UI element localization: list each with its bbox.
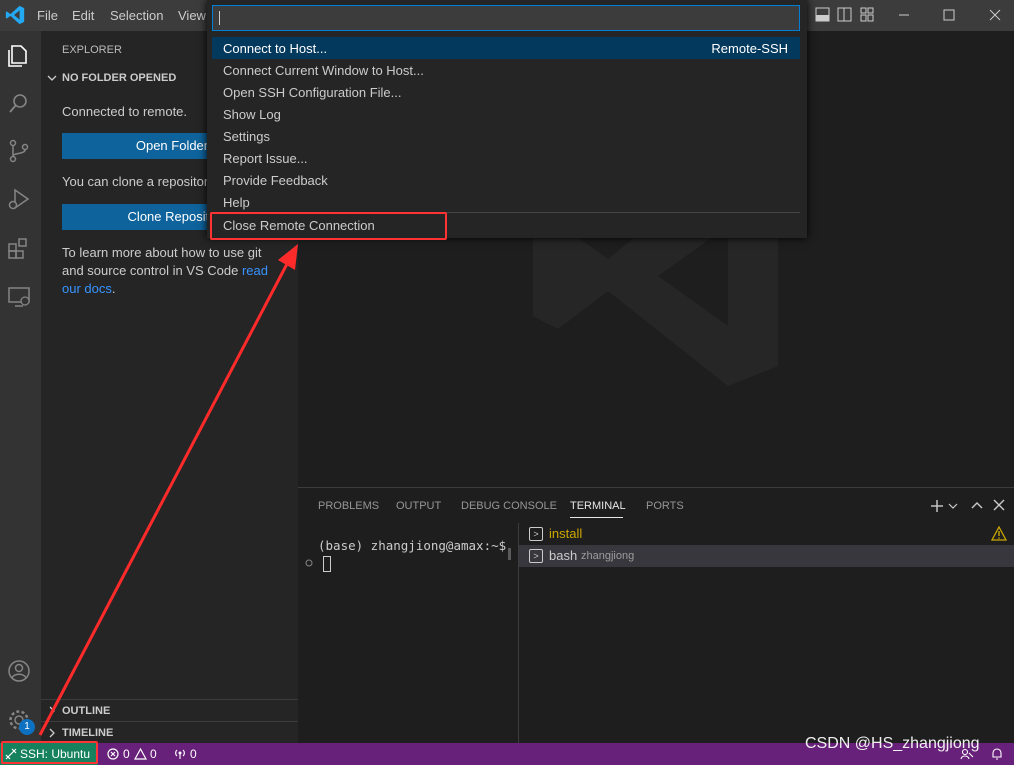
terminal-prompt: (base) zhangjiong@amax:~$ <box>318 538 507 553</box>
chevron-right-icon <box>49 706 55 716</box>
tab-problems[interactable]: PROBLEMS <box>318 500 379 512</box>
terminal-circle-icon <box>305 559 313 567</box>
terminal-icon: > <box>529 549 543 563</box>
section-header-no-folder[interactable]: NO FOLDER OPENED <box>62 72 176 84</box>
error-icon[interactable] <box>107 748 119 760</box>
tab-output[interactable]: OUTPUT <box>396 500 441 512</box>
warning-count: 0 <box>150 747 157 761</box>
terminal-desc: zhangjiong <box>581 550 635 562</box>
terminal-item-install[interactable]: > install <box>519 523 1014 545</box>
sidebar-title: EXPLORER <box>62 44 122 56</box>
menu-selection[interactable]: Selection <box>110 8 163 23</box>
palette-item-report-issue[interactable]: Report Issue... <box>212 147 800 169</box>
tab-terminal[interactable]: TERMINAL <box>570 500 626 512</box>
timeline-section[interactable]: TIMELINE <box>41 721 298 743</box>
close-panel-icon[interactable] <box>992 498 1006 512</box>
outline-section[interactable]: OUTLINE <box>41 699 298 721</box>
bottom-panel: PROBLEMS OUTPUT DEBUG CONSOLE TERMINAL P… <box>298 487 1014 744</box>
palette-item-label: Settings <box>223 129 270 144</box>
connected-text: Connected to remote. <box>62 104 188 119</box>
input-caret <box>219 11 220 25</box>
highlight-close-remote <box>210 212 447 240</box>
warning-status-icon[interactable] <box>134 748 147 760</box>
source-control-icon[interactable] <box>6 138 32 164</box>
palette-item-show-log[interactable]: Show Log <box>212 103 800 125</box>
terminal-name: bash <box>549 548 578 563</box>
learn-line-2: and source control in VS Code <box>62 263 239 278</box>
timeline-label: TIMELINE <box>62 727 114 739</box>
learn-line-1: To learn more about how to use git <box>62 245 262 260</box>
new-terminal-icon[interactable] <box>929 498 959 514</box>
tab-debug-console[interactable]: DEBUG CONSOLE <box>461 500 557 512</box>
toggle-sidebar-icon[interactable] <box>837 7 852 22</box>
menu-view[interactable]: View <box>178 8 206 23</box>
maximize-panel-icon[interactable] <box>970 498 984 512</box>
error-count: 0 <box>123 747 130 761</box>
palette-item-label: Connect Current Window to Host... <box>223 63 424 78</box>
palette-item-open-ssh-config[interactable]: Open SSH Configuration File... <box>212 81 800 103</box>
layout-controls <box>815 7 874 22</box>
palette-item-label: Connect to Host... <box>223 41 328 56</box>
terminal-scroll-indicator <box>508 548 511 560</box>
notifications-bell-icon[interactable] <box>990 747 1004 761</box>
palette-item-label: Provide Feedback <box>223 173 328 188</box>
chevron-down-icon[interactable] <box>47 73 57 83</box>
extensions-icon[interactable] <box>6 235 32 261</box>
our-docs-link[interactable]: our docs <box>62 281 112 296</box>
terminal-cursor <box>323 556 331 572</box>
terminal-name: install <box>549 526 583 541</box>
ports-count: 0 <box>190 747 197 761</box>
palette-item-label: Help <box>223 195 250 210</box>
palette-item-connect-current-window[interactable]: Connect Current Window to Host... <box>212 59 800 81</box>
palette-item-help[interactable]: Help <box>212 191 800 213</box>
minimize-icon[interactable] <box>894 6 914 24</box>
tab-ports[interactable]: PORTS <box>646 500 684 512</box>
active-tab-indicator <box>570 517 623 518</box>
settings-update-badge: 1 <box>19 719 35 735</box>
csdn-watermark: CSDN @HS_zhangjiong <box>805 735 980 752</box>
account-icon[interactable] <box>6 658 32 684</box>
terminal-list: > install > bash zhangjiong <box>518 523 1014 744</box>
explorer-icon[interactable] <box>6 43 32 69</box>
highlight-remote-indicator <box>1 741 98 764</box>
run-debug-icon[interactable] <box>6 186 32 212</box>
remote-explorer-icon[interactable] <box>6 284 32 310</box>
palette-item-label: Report Issue... <box>223 151 308 166</box>
command-palette-input[interactable] <box>212 5 800 31</box>
palette-item-category: Remote-SSH <box>711 41 788 56</box>
palette-item-provide-feedback[interactable]: Provide Feedback <box>212 169 800 191</box>
learn-more-text: To learn more about how to use git and s… <box>62 244 298 298</box>
maximize-icon[interactable] <box>939 6 959 24</box>
search-icon[interactable] <box>6 91 32 117</box>
terminal-icon: > <box>529 527 543 541</box>
ports-broadcast-icon[interactable] <box>174 748 186 760</box>
toggle-panel-icon[interactable] <box>815 7 830 22</box>
clone-text: You can clone a repositor <box>62 174 209 189</box>
warning-icon <box>991 526 1007 541</box>
vscode-logo-icon[interactable] <box>4 4 26 26</box>
menu-edit[interactable]: Edit <box>72 8 94 23</box>
palette-item-label: Open SSH Configuration File... <box>223 85 402 100</box>
activity-bar <box>0 31 41 743</box>
close-window-icon[interactable] <box>985 6 1005 24</box>
read-docs-link[interactable]: read <box>242 263 268 278</box>
palette-item-settings[interactable]: Settings <box>212 125 800 147</box>
learn-end: . <box>111 281 116 296</box>
palette-item-label: Show Log <box>223 107 281 122</box>
chevron-right-icon <box>49 728 55 738</box>
palette-item-connect-to-host[interactable]: Connect to Host... Remote-SSH <box>212 37 800 59</box>
outline-label: OUTLINE <box>62 705 111 717</box>
menu-file[interactable]: File <box>37 8 58 23</box>
command-palette: Connect to Host... Remote-SSH Connect Cu… <box>207 0 807 238</box>
terminal-item-bash[interactable]: > bash zhangjiong <box>519 545 1014 567</box>
customize-layout-icon[interactable] <box>860 7 874 22</box>
